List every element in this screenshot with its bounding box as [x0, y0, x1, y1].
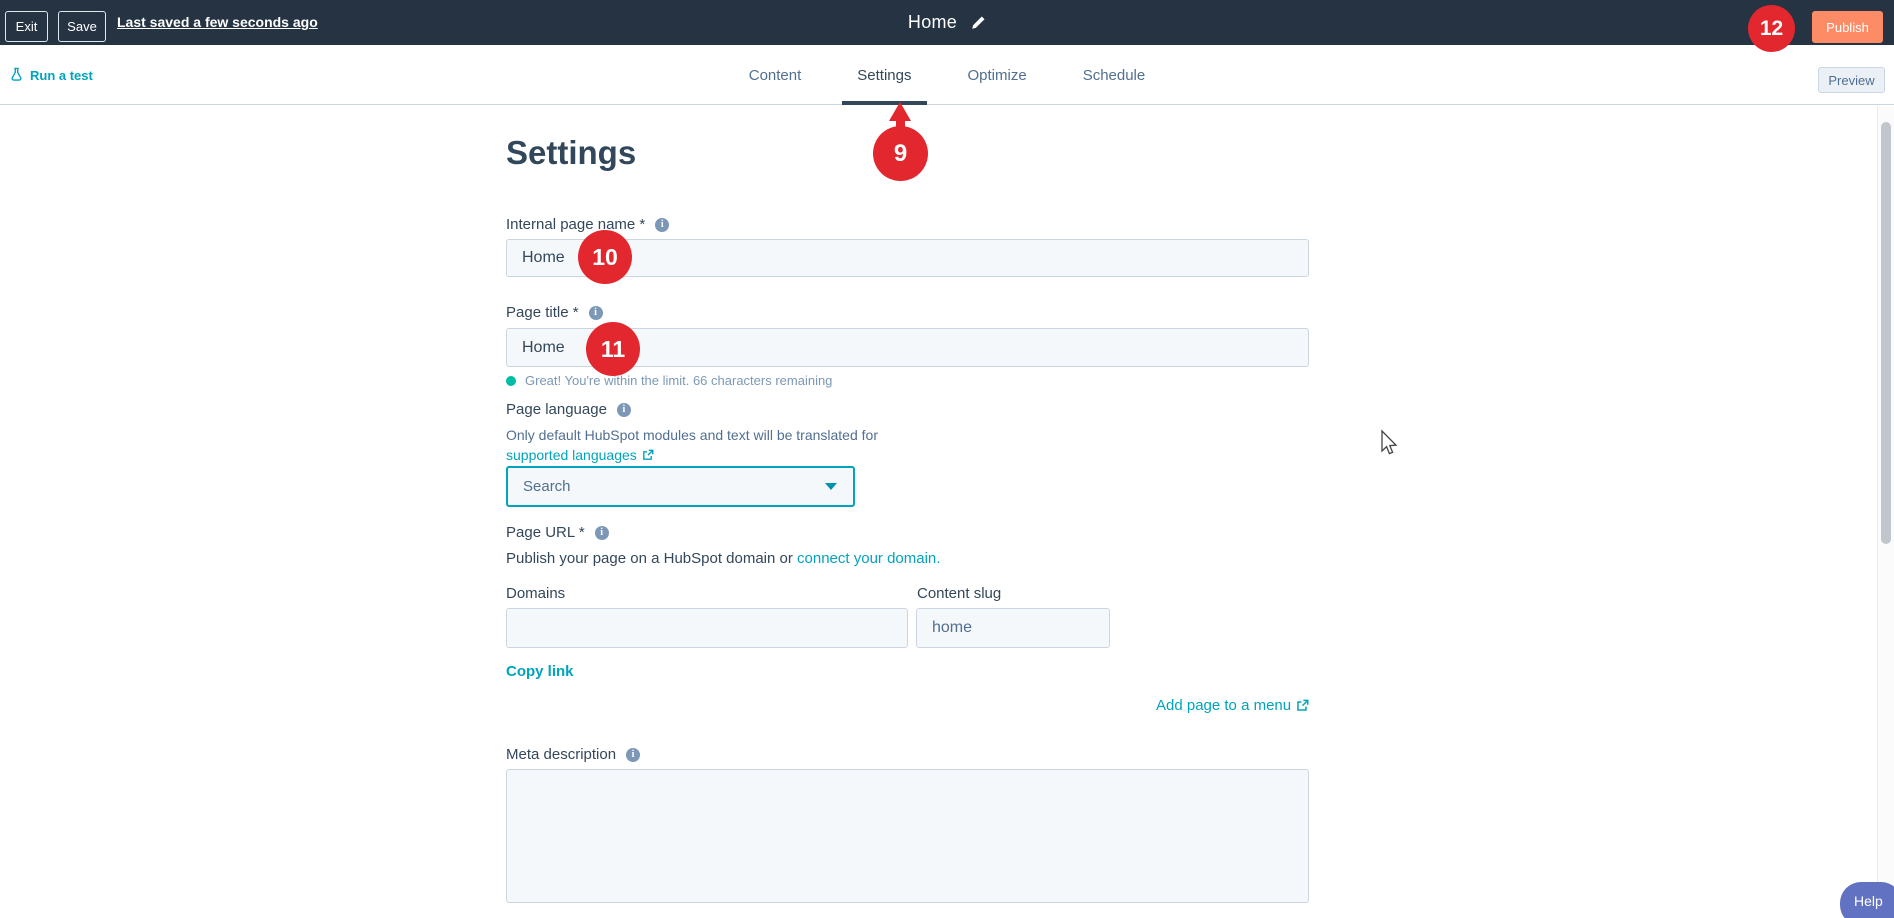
internal-page-name-label-row: Internal page name * i: [506, 216, 669, 233]
external-link-icon: [642, 449, 654, 461]
preview-button[interactable]: Preview: [1818, 67, 1885, 93]
domains-label: Domains: [506, 585, 565, 602]
title-length-status: Great! You're within the limit. 66 chara…: [506, 373, 832, 388]
page-language-select[interactable]: Search: [506, 466, 855, 507]
exit-button[interactable]: Exit: [5, 11, 48, 42]
add-page-to-menu-link[interactable]: Add page to a menu: [1156, 697, 1309, 714]
page-title-label: Page title *: [506, 304, 579, 321]
tab-settings-label: Settings: [857, 67, 911, 84]
annotation-badge-10: 10: [578, 230, 632, 284]
page-url-label: Page URL *: [506, 524, 585, 541]
page-title-label-row: Page title * i: [506, 304, 603, 321]
tab-content[interactable]: Content: [721, 45, 830, 105]
tab-settings[interactable]: Settings: [829, 45, 939, 105]
add-page-to-menu-label: Add page to a menu: [1156, 697, 1291, 714]
settings-heading: Settings: [506, 134, 636, 172]
page-url-helper-text: Publish your page on a HubSpot domain or: [506, 550, 797, 567]
supported-languages-row: supported languages: [506, 447, 654, 463]
domains-input[interactable]: [506, 608, 908, 648]
page-language-helper: Only default HubSpot modules and text wi…: [506, 427, 878, 443]
tab-optimize[interactable]: Optimize: [940, 45, 1055, 105]
external-link-icon: [1296, 699, 1309, 712]
save-button[interactable]: Save: [58, 11, 106, 42]
annotation-badge-9: 9: [873, 126, 928, 181]
info-icon[interactable]: i: [589, 306, 603, 320]
supported-languages-label: supported languages: [506, 447, 637, 463]
page-language-label-row: Page language i: [506, 401, 631, 418]
meta-description-label: Meta description: [506, 746, 616, 763]
publish-button[interactable]: Publish: [1812, 11, 1883, 43]
top-toolbar: Exit Save Last saved a few seconds ago H…: [0, 0, 1894, 45]
mouse-cursor: [1376, 429, 1400, 464]
editor-subnav: Run a test Content Settings Optimize Sch…: [0, 45, 1894, 105]
tab-content-label: Content: [749, 67, 802, 84]
annotation-badge-12: 12: [1748, 5, 1795, 52]
chevron-down-icon: [825, 483, 837, 490]
tab-schedule-label: Schedule: [1083, 67, 1146, 84]
success-dot-icon: [506, 376, 516, 386]
vertical-scrollbar[interactable]: [1877, 106, 1894, 918]
supported-languages-link[interactable]: supported languages: [506, 447, 654, 463]
page-language-label: Page language: [506, 401, 607, 418]
last-saved-link[interactable]: Last saved a few seconds ago: [117, 0, 318, 45]
info-icon[interactable]: i: [595, 526, 609, 540]
page-language-selected-value: Search: [508, 478, 825, 495]
tab-schedule[interactable]: Schedule: [1055, 45, 1174, 105]
edit-title-pencil-icon[interactable]: [970, 15, 986, 31]
page-url-helper: Publish your page on a HubSpot domain or…: [506, 550, 940, 567]
content-slug-label: Content slug: [917, 585, 1001, 602]
page-url-label-row: Page URL * i: [506, 524, 609, 541]
connect-your-domain-link[interactable]: connect your domain.: [797, 550, 940, 567]
internal-page-name-label: Internal page name *: [506, 216, 645, 233]
domains-label-text: Domains: [506, 585, 565, 602]
content-slug-input[interactable]: [916, 608, 1110, 648]
editor-tabs: Content Settings Optimize Schedule: [0, 45, 1894, 105]
copy-link[interactable]: Copy link: [506, 663, 574, 680]
annotation-badge-11: 11: [586, 322, 640, 376]
tab-optimize-label: Optimize: [968, 67, 1027, 84]
content-slug-label-text: Content slug: [917, 585, 1001, 602]
meta-description-label-row: Meta description i: [506, 746, 640, 763]
info-icon[interactable]: i: [626, 748, 640, 762]
info-icon[interactable]: i: [655, 218, 669, 232]
info-icon[interactable]: i: [617, 403, 631, 417]
page-title: Home: [908, 12, 957, 33]
help-button[interactable]: Help: [1840, 882, 1894, 918]
meta-description-textarea[interactable]: [506, 769, 1309, 903]
scrollbar-thumb[interactable]: [1881, 122, 1891, 544]
title-length-status-text: Great! You're within the limit. 66 chara…: [525, 373, 832, 388]
add-page-to-menu-row: Add page to a menu: [1156, 697, 1309, 714]
